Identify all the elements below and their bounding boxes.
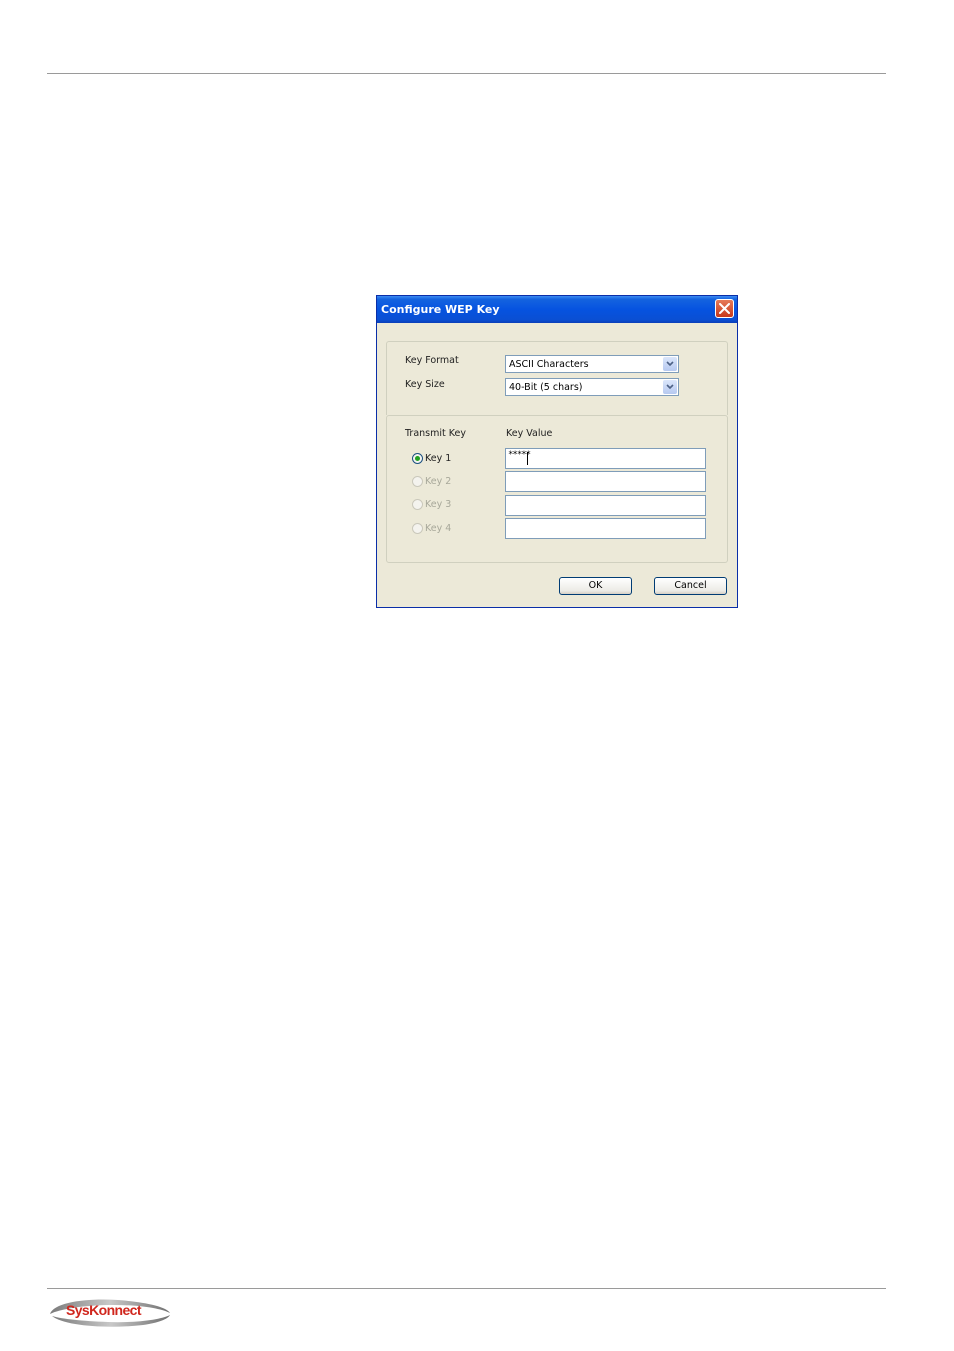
key-1-radio[interactable] <box>412 453 423 464</box>
key-format-dropdown-button[interactable] <box>663 357 677 371</box>
key-3-radio[interactable] <box>412 499 423 510</box>
key-2-input[interactable] <box>505 471 706 492</box>
dialog-title: Configure WEP Key <box>381 303 500 316</box>
dialog-titlebar[interactable]: Configure WEP Key <box>377 296 737 323</box>
transmit-key-header: Transmit Key <box>405 428 466 439</box>
key-4-radio[interactable] <box>412 523 423 534</box>
text-caret <box>527 452 528 465</box>
key-3-input[interactable] <box>505 495 706 516</box>
logo-text: SysKonnect <box>66 1302 142 1318</box>
key-4-input[interactable] <box>505 518 706 539</box>
radio-selected-dot <box>415 456 420 461</box>
key-size-select[interactable]: 40-Bit (5 chars) <box>505 378 679 396</box>
key-1-label: Key 1 <box>425 453 452 464</box>
ok-button[interactable]: OK <box>559 577 632 595</box>
close-button[interactable] <box>715 299 734 318</box>
key-format-value: ASCII Characters <box>509 359 589 370</box>
key-size-value: 40-Bit (5 chars) <box>509 382 583 393</box>
key-4-label: Key 4 <box>425 523 452 534</box>
key-format-label: Key Format <box>405 355 459 366</box>
cancel-button[interactable]: Cancel <box>654 577 727 595</box>
key-3-label: Key 3 <box>425 499 452 510</box>
key-size-dropdown-button[interactable] <box>663 380 677 394</box>
key-1-input[interactable]: ***** <box>505 448 706 469</box>
key-2-label: Key 2 <box>425 476 452 487</box>
footer-rule <box>47 1288 886 1289</box>
key-2-radio[interactable] <box>412 476 423 487</box>
header-rule <box>47 73 886 74</box>
key-value-header: Key Value <box>506 428 553 439</box>
chevron-down-icon <box>666 361 674 367</box>
key-size-label: Key Size <box>405 379 445 390</box>
syskonnect-logo: SysKonnect <box>48 1296 173 1330</box>
configure-wep-key-dialog: Configure WEP Key Key Format ASCII Chara… <box>376 295 738 608</box>
key-format-select[interactable]: ASCII Characters <box>505 355 679 373</box>
close-icon <box>719 303 730 314</box>
chevron-down-icon <box>666 384 674 390</box>
